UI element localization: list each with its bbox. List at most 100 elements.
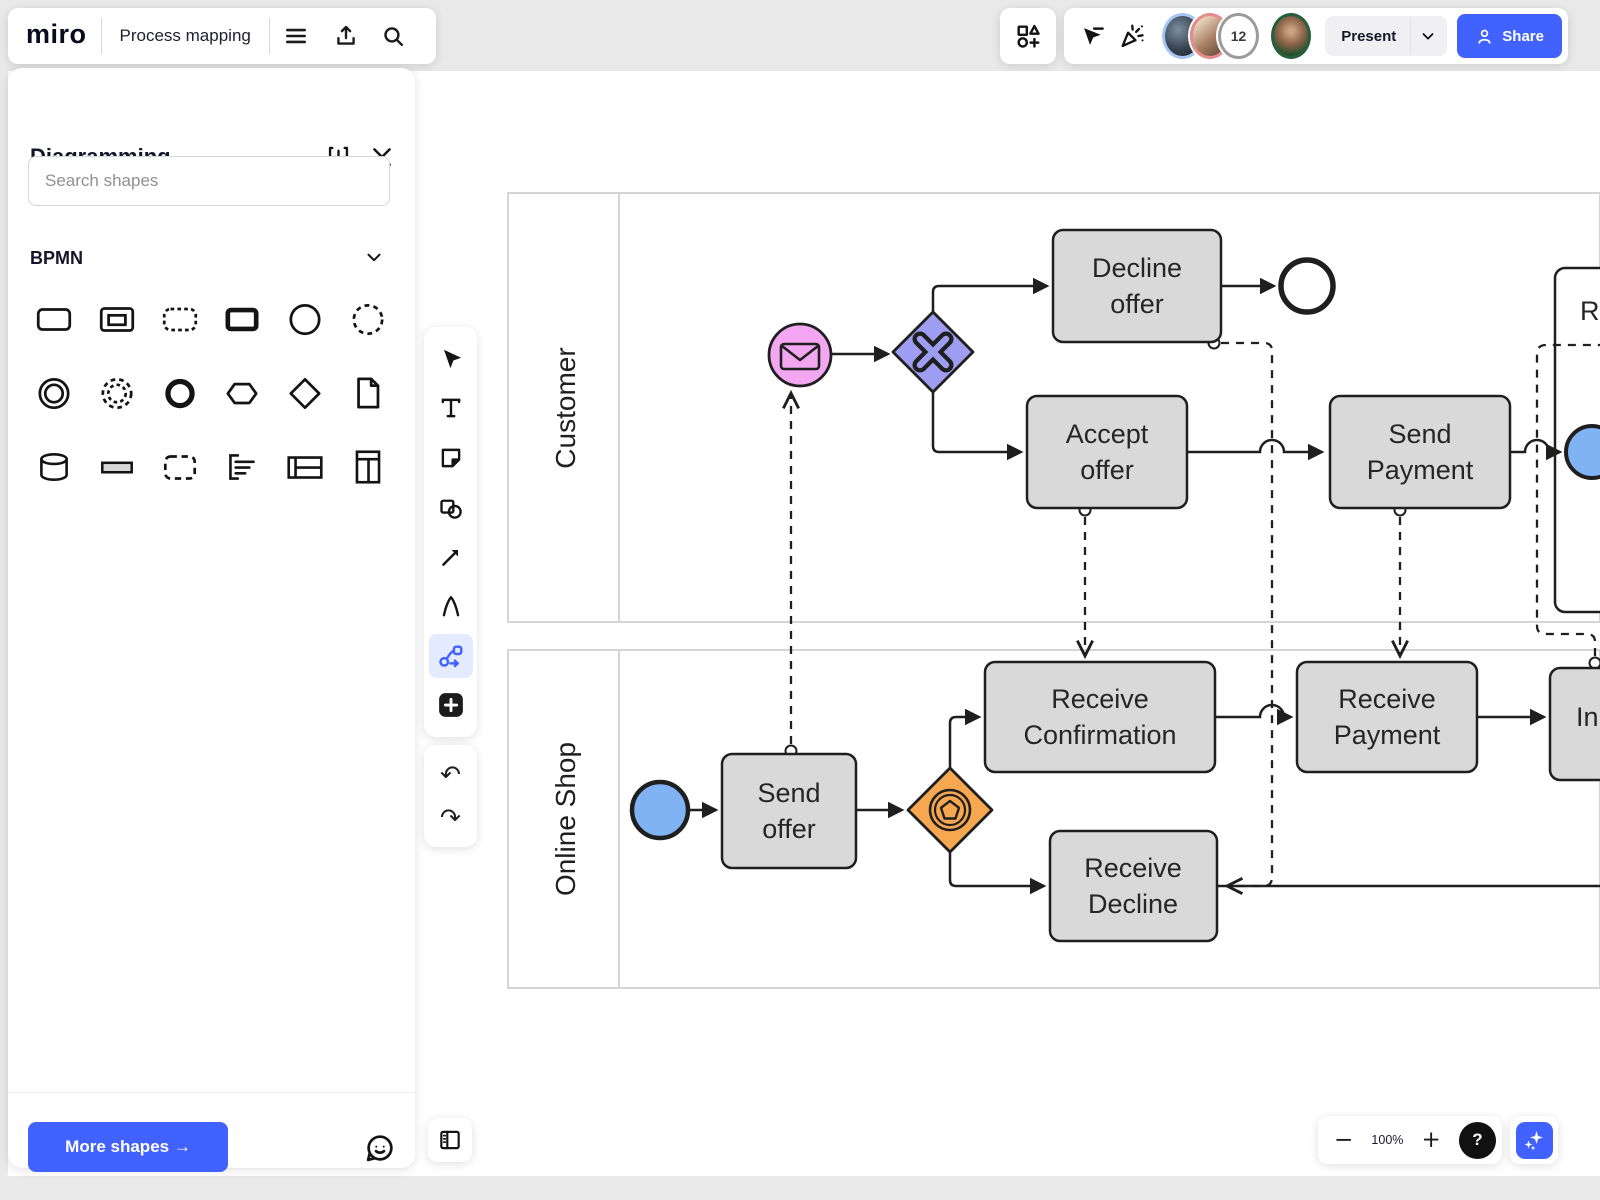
section-collapse-button[interactable] xyxy=(363,246,385,268)
shape-start-event[interactable] xyxy=(274,297,337,341)
shape-event-subprocess[interactable] xyxy=(148,297,211,341)
task-label: Receive xyxy=(1084,853,1182,883)
avatar[interactable] xyxy=(1271,13,1311,59)
hide-cursors-button[interactable] xyxy=(1074,15,1110,57)
panel-toggle-button[interactable] xyxy=(428,1118,472,1162)
task-label: Confirmation xyxy=(1023,720,1176,750)
diagramming-icon xyxy=(437,642,465,670)
board-title[interactable]: Process mapping xyxy=(102,26,269,46)
text-icon xyxy=(438,395,464,421)
main-menu-button[interactable] xyxy=(276,16,316,56)
zoom-out-button[interactable]: − xyxy=(1334,1129,1353,1152)
task-label: Receive xyxy=(1051,684,1149,714)
end-event[interactable] xyxy=(1281,260,1333,312)
feedback-button[interactable] xyxy=(361,1129,399,1167)
bpmn-shape-grid xyxy=(23,297,399,489)
chevron-down-icon xyxy=(363,246,385,268)
intermediate-event-blue[interactable] xyxy=(1566,426,1600,478)
shape-gateway[interactable] xyxy=(274,371,337,415)
divider xyxy=(1410,17,1411,55)
export-icon xyxy=(333,23,359,49)
shape-hexagon[interactable] xyxy=(211,371,274,415)
task-label: Payment xyxy=(1334,720,1441,750)
main-toolbar: miro Process mapping xyxy=(8,8,436,64)
task-label: offer xyxy=(1080,455,1134,485)
plus-icon xyxy=(436,690,466,720)
zoom-in-button[interactable]: + xyxy=(1422,1129,1441,1152)
shape-call-activity[interactable] xyxy=(211,297,274,341)
cursor-icon xyxy=(438,346,464,372)
shape-intermediate-event[interactable] xyxy=(23,371,86,415)
search-button[interactable] xyxy=(374,16,414,56)
tool-text[interactable] xyxy=(429,386,473,430)
tool-shapes[interactable] xyxy=(429,485,473,529)
shape-dashed-intermediate-event[interactable] xyxy=(86,371,149,415)
task-receive-decline[interactable]: Receive Decline xyxy=(1050,831,1217,941)
task-receive-payment[interactable]: Receive Payment xyxy=(1297,662,1477,772)
task-send-offer[interactable]: Send offer xyxy=(722,754,856,868)
tool-sticky-note[interactable] xyxy=(429,436,473,480)
shape-horizontal-pool[interactable] xyxy=(274,445,337,489)
redo-button[interactable]: ↷ xyxy=(440,805,461,830)
task-label: Send xyxy=(757,778,820,808)
history-toolbar: ↶ ↷ xyxy=(424,745,477,847)
tool-more[interactable] xyxy=(429,683,473,727)
task-label: offer xyxy=(1110,289,1164,319)
shapes-icon xyxy=(437,494,464,521)
diagramming-panel: Diagramming BPMN More s xyxy=(8,68,415,1168)
ai-assist-button[interactable] xyxy=(1516,1122,1553,1159)
tool-select[interactable] xyxy=(429,337,473,381)
shape-subprocess[interactable] xyxy=(86,297,149,341)
export-button[interactable] xyxy=(326,16,366,56)
miro-logo[interactable]: miro xyxy=(26,19,87,50)
share-button[interactable]: Share xyxy=(1457,14,1562,58)
shape-data-object[interactable] xyxy=(336,371,399,415)
collaboration-bar: 12 Present Share xyxy=(1064,8,1568,64)
shape-task[interactable] xyxy=(23,297,86,341)
panel-footer: More shapes → xyxy=(8,1092,415,1168)
person-icon xyxy=(1475,27,1494,46)
shape-end-event[interactable] xyxy=(148,371,211,415)
task-label: Decline xyxy=(1092,253,1182,283)
present-button[interactable]: Present xyxy=(1325,16,1447,56)
zoom-level[interactable]: 100% xyxy=(1371,1133,1403,1147)
frames-icon xyxy=(1014,22,1042,50)
search-shapes-input[interactable] xyxy=(28,156,390,206)
message-event[interactable] xyxy=(769,324,831,386)
collaborator-cursor-icon xyxy=(1079,23,1106,50)
task-label: offer xyxy=(762,814,816,844)
task-receive-confirmation[interactable]: Receive Confirmation xyxy=(985,662,1215,772)
more-shapes-button[interactable]: More shapes → xyxy=(28,1122,228,1172)
tool-pen[interactable] xyxy=(429,584,473,628)
panel-toggle-icon xyxy=(437,1127,463,1153)
undo-button[interactable]: ↶ xyxy=(440,762,461,787)
shape-data-store[interactable] xyxy=(23,445,86,489)
tool-connector[interactable] xyxy=(429,535,473,579)
shape-dashed-event[interactable] xyxy=(336,297,399,341)
pen-icon xyxy=(438,593,464,619)
task-send-payment[interactable]: Send Payment xyxy=(1330,396,1510,508)
task-partial-right[interactable]: In xyxy=(1550,668,1600,780)
sparkles-icon xyxy=(1522,1128,1546,1152)
tool-diagramming[interactable] xyxy=(429,634,473,678)
pool-online-shop-label: Online Shop xyxy=(550,742,581,896)
partial-container-label: R xyxy=(1580,296,1600,326)
help-button[interactable]: ? xyxy=(1459,1122,1496,1159)
task-label: Decline xyxy=(1088,889,1178,919)
shape-text-annotation[interactable] xyxy=(211,445,274,489)
task-accept-offer[interactable]: Accept offer xyxy=(1027,396,1187,508)
bpmn-section-header[interactable]: BPMN xyxy=(30,248,83,269)
hamburger-icon xyxy=(283,23,309,49)
task-decline-offer[interactable]: Decline offer xyxy=(1053,230,1221,342)
collaborator-count-badge[interactable]: 12 xyxy=(1218,13,1258,59)
shape-lane[interactable] xyxy=(86,445,149,489)
frames-button[interactable] xyxy=(1000,8,1056,64)
share-label: Share xyxy=(1502,28,1544,45)
reactions-button[interactable] xyxy=(1114,15,1150,57)
miro-app: Customer Online Shop R xyxy=(0,0,1600,1200)
ai-assist-card xyxy=(1510,1116,1558,1164)
shape-vertical-pool[interactable] xyxy=(336,445,399,489)
zoom-controls: − 100% + ? xyxy=(1318,1116,1502,1164)
shape-group[interactable] xyxy=(148,445,211,489)
start-event[interactable] xyxy=(632,782,688,838)
